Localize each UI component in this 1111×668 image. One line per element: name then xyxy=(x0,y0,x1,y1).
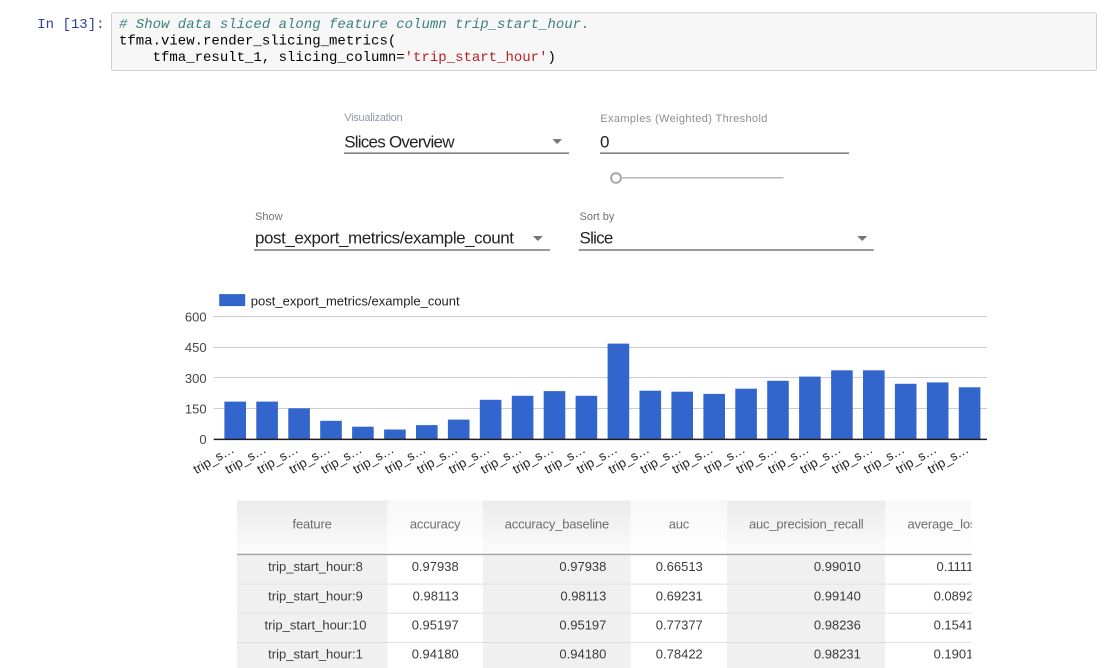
svg-text:300: 300 xyxy=(185,371,207,386)
svg-text:accuracy_baseline: accuracy_baseline xyxy=(505,517,609,532)
svg-text:accuracy: accuracy xyxy=(410,517,461,532)
svg-text:150: 150 xyxy=(185,401,207,416)
svg-text:0.98236: 0.98236 xyxy=(814,618,861,633)
svg-text:0.95197: 0.95197 xyxy=(412,618,459,633)
svg-text:0.99140: 0.99140 xyxy=(814,588,861,603)
svg-text:0.94180: 0.94180 xyxy=(559,647,606,662)
svg-text:450: 450 xyxy=(185,340,207,355)
svg-text:trip_start_hour:10: trip_start_hour:10 xyxy=(265,618,367,633)
svg-text:trip_start_hour:8: trip_start_hour:8 xyxy=(268,559,363,574)
svg-text:0.94180: 0.94180 xyxy=(412,647,459,662)
svg-text:# Show data sliced along featu: # Show data sliced along feature column … xyxy=(119,17,589,33)
svg-text:0.97938: 0.97938 xyxy=(412,559,459,574)
svg-text:Slices Overview: Slices Overview xyxy=(344,133,455,152)
svg-text:Visualization: Visualization xyxy=(344,112,402,124)
svg-text:auc_precision_recall: auc_precision_recall xyxy=(749,517,864,532)
svg-text:Slice: Slice xyxy=(580,229,613,248)
svg-text:0.98113: 0.98113 xyxy=(560,588,606,603)
svg-text:feature: feature xyxy=(293,517,332,532)
svg-text:0.95197: 0.95197 xyxy=(559,618,606,633)
svg-text:0.99010: 0.99010 xyxy=(814,559,861,574)
svg-text:tfma_result_1, slicing_column=: tfma_result_1, slicing_column='trip_star… xyxy=(119,50,556,66)
svg-text:post_export_metrics/example_co: post_export_metrics/example_count xyxy=(255,229,514,248)
svg-text:0: 0 xyxy=(600,133,609,152)
svg-text:trip_start_hour:1: trip_start_hour:1 xyxy=(268,647,363,662)
svg-text:trip_start_hour:9: trip_start_hour:9 xyxy=(268,588,363,603)
svg-text:0.78422: 0.78422 xyxy=(656,647,703,662)
svg-text:0.98231: 0.98231 xyxy=(814,647,861,662)
svg-text:Examples (Weighted) Threshold: Examples (Weighted) Threshold xyxy=(600,113,767,125)
svg-text:0.69231: 0.69231 xyxy=(656,588,703,603)
svg-text:Sort by: Sort by xyxy=(580,211,615,223)
svg-text:0.98113: 0.98113 xyxy=(413,588,459,603)
svg-text:post_export_metrics/example_co: post_export_metrics/example_count xyxy=(251,294,460,309)
svg-text:0.77377: 0.77377 xyxy=(656,618,703,633)
svg-text:auc: auc xyxy=(669,517,690,532)
svg-text:tfma.view.render_slicing_metri: tfma.view.render_slicing_metrics( xyxy=(119,34,396,50)
svg-text:Show: Show xyxy=(255,211,283,223)
svg-text:0.66513: 0.66513 xyxy=(656,559,703,574)
svg-text:600: 600 xyxy=(185,310,207,325)
svg-text:0.97938: 0.97938 xyxy=(559,559,606,574)
svg-text:In [13]:: In [13]: xyxy=(37,17,104,33)
svg-text:0: 0 xyxy=(199,432,206,447)
